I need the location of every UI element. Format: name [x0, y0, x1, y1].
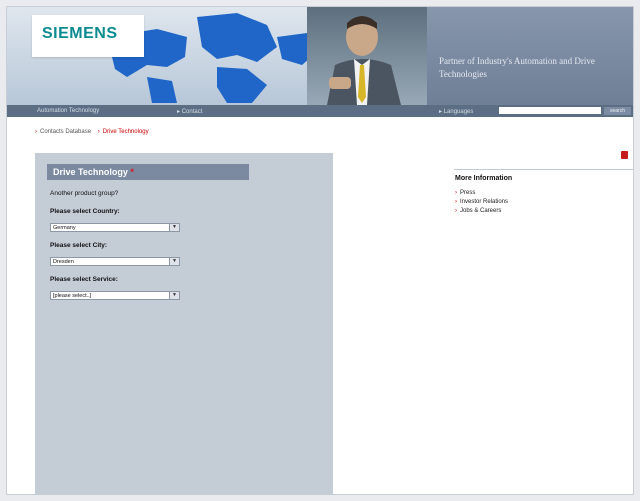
service-selected-value: [please select..] — [53, 293, 92, 299]
another-product-group-link[interactable]: Another product group? — [50, 190, 118, 197]
more-info-link-press[interactable]: › Press — [455, 190, 475, 196]
city-select[interactable]: Dresden ▼ — [50, 257, 180, 266]
nav-contact-label: Contact — [181, 109, 203, 115]
more-info-investor-label: Investor Relations — [460, 199, 509, 205]
country-label: Please select Country: — [50, 208, 120, 215]
required-marker: * — [130, 167, 134, 177]
service-label: Please select Service: — [50, 276, 118, 283]
chevron-down-icon[interactable]: ▼ — [169, 258, 179, 265]
arrow-right-icon: › — [455, 190, 457, 196]
city-selected-value: Dresden — [53, 259, 74, 265]
arrow-right-icon: › — [97, 129, 100, 135]
breadcrumb-contacts-database[interactable]: Contacts Database — [40, 129, 91, 135]
more-info-link-investor-relations[interactable]: › Investor Relations — [455, 199, 508, 205]
businessman-image — [327, 16, 401, 105]
top-nav-bar: Automation Technology ▸ Contact ▸ Langua… — [7, 105, 633, 117]
nav-item-languages[interactable]: ▸ Languages — [439, 108, 473, 115]
breadcrumb-drive-technology[interactable]: Drive Technology — [103, 129, 149, 135]
chevron-down-icon[interactable]: ▼ — [169, 224, 179, 231]
country-selected-value: Germany — [53, 225, 76, 231]
arrow-right-icon: › — [455, 208, 457, 214]
arrow-right-icon: › — [35, 129, 37, 135]
search-input[interactable] — [499, 107, 601, 114]
service-select[interactable]: [please select..] ▼ — [50, 291, 180, 300]
divider — [454, 169, 633, 170]
nav-languages-label: Languages — [443, 109, 474, 115]
panel-title: Drive Technology * — [47, 164, 249, 180]
arrow-right-icon: › — [455, 199, 457, 205]
pdf-icon[interactable] — [621, 151, 628, 159]
contact-search-panel: Drive Technology * Another product group… — [35, 153, 333, 494]
more-info-jobs-label: Jobs & Careers — [460, 208, 502, 214]
logo-text: SIEMENS — [42, 25, 118, 42]
header-map-area: SIEMENS — [7, 7, 307, 105]
breadcrumb: › Contacts Database › Drive Technology — [35, 129, 149, 135]
search-button[interactable]: search — [604, 107, 631, 115]
header-person-photo — [307, 7, 427, 105]
more-info-link-jobs-careers[interactable]: › Jobs & Careers — [455, 208, 501, 214]
more-information-title: More Information — [455, 175, 513, 182]
siemens-logo[interactable]: SIEMENS — [32, 15, 144, 57]
chevron-down-icon[interactable]: ▼ — [169, 292, 179, 299]
more-info-press-label: Press — [460, 190, 476, 196]
tagline-text: Partner of Industry's Automation and Dri… — [439, 56, 595, 79]
header-tagline-area: Partner of Industry's Automation and Dri… — [427, 7, 633, 105]
panel-title-text: Drive Technology — [53, 167, 128, 177]
city-label: Please select City: — [50, 242, 108, 249]
browser-page: SIEMENS Partner of Industry's Automation… — [6, 6, 634, 495]
nav-item-contact[interactable]: ▸ Contact — [177, 108, 202, 115]
nav-item-automation-technology[interactable]: Automation Technology — [37, 108, 99, 114]
header: SIEMENS Partner of Industry's Automation… — [7, 7, 633, 105]
country-select[interactable]: Germany ▼ — [50, 223, 180, 232]
